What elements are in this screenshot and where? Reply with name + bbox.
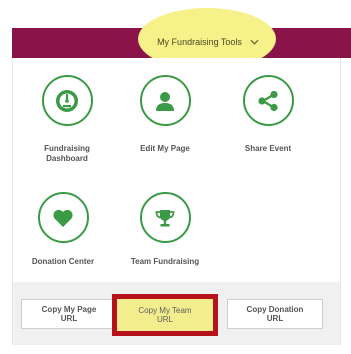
fundraising-tools-menu: Fundraising Dashboard Edit My Page Share… — [12, 58, 341, 345]
donation-center-item[interactable]: Donation Center — [13, 192, 113, 267]
fundraising-dashboard-item[interactable]: Fundraising Dashboard — [17, 75, 117, 164]
share-event-label: Share Event — [244, 144, 292, 153]
team-fundraising-label: Team Fundraising — [130, 257, 200, 266]
donation-center-icon-circle — [37, 192, 89, 243]
copy-url-bar: Copy My Page URL Copy My Team URL Copy D… — [13, 282, 340, 345]
edit-my-page-label: Edit My Page — [140, 144, 190, 153]
share-icon — [258, 90, 278, 111]
person-icon — [156, 91, 174, 111]
chevron-down-icon — [250, 39, 259, 45]
speedometer-icon — [56, 89, 78, 112]
trophy-icon — [155, 209, 175, 226]
fundraising-dashboard-label: Fundraising Dashboard — [44, 144, 90, 163]
edit-my-page-item[interactable]: Edit My Page — [115, 75, 215, 154]
my-fundraising-tools-label: My Fundraising Tools — [157, 37, 242, 47]
my-fundraising-tools-toggle[interactable]: My Fundraising Tools — [148, 32, 268, 52]
copy-my-page-url-button[interactable]: Copy My Page URL — [21, 299, 117, 329]
team-fundraising-icon-circle — [139, 192, 191, 243]
team-fundraising-item[interactable]: Team Fundraising — [115, 192, 215, 267]
copy-donation-url-button[interactable]: Copy Donation URL — [227, 299, 323, 329]
share-event-item[interactable]: Share Event — [218, 75, 318, 154]
donation-center-label: Donation Center — [31, 257, 95, 266]
share-event-icon-circle — [242, 75, 294, 126]
heart-icon — [53, 209, 73, 227]
edit-my-page-icon-circle — [139, 75, 191, 126]
fundraising-dashboard-icon-circle — [41, 75, 93, 126]
copy-my-team-url-button[interactable]: Copy My Team URL — [112, 294, 218, 336]
